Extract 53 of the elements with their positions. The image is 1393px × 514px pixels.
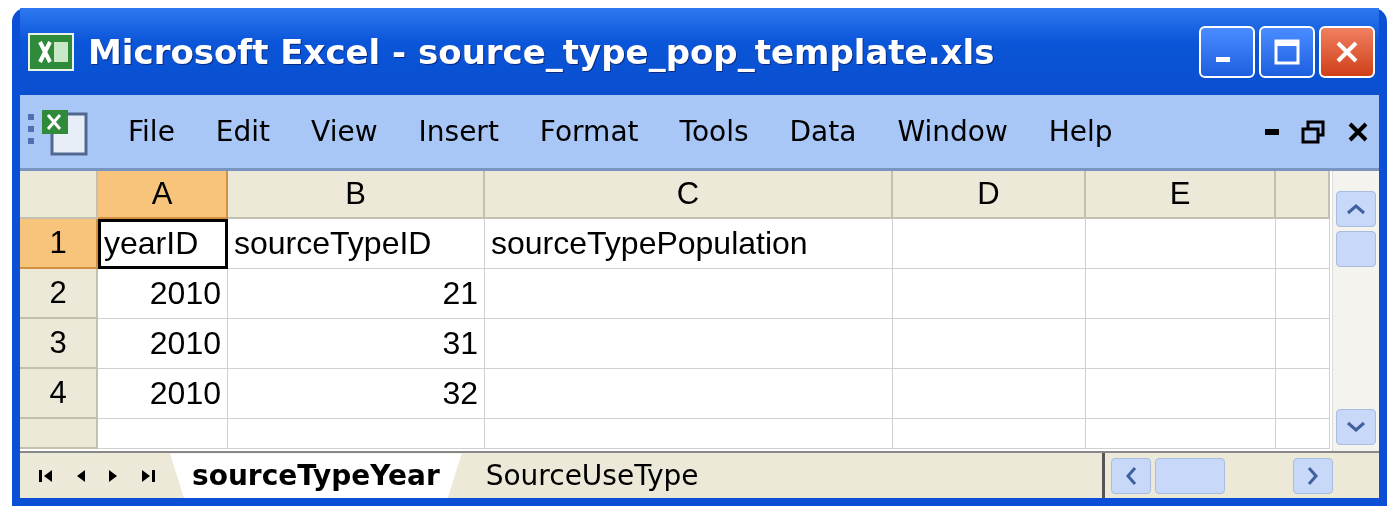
empty-cell (1276, 269, 1330, 320)
column-header[interactable]: B (228, 171, 485, 220)
empty-cell (1276, 369, 1330, 420)
column-header[interactable]: C (485, 171, 893, 220)
empty-cell (1276, 319, 1330, 370)
scroll-down-button[interactable] (1336, 409, 1376, 446)
table-cell: 2010 (98, 319, 228, 370)
close-icon[interactable] (1347, 120, 1369, 143)
table-cell: sourceTypePopulation (485, 219, 893, 270)
scroll-left-button[interactable] (1111, 457, 1151, 494)
empty-cell (1276, 219, 1330, 270)
column-header[interactable]: D (893, 171, 1086, 220)
table-cell: yearID (98, 219, 228, 270)
table-cell: 31 (228, 319, 485, 370)
minimize-icon (1216, 57, 1230, 63)
row-header[interactable]: 2 (20, 269, 98, 320)
table-cell: sourceTypeID (228, 219, 485, 270)
scroll-up-button[interactable] (1336, 191, 1376, 228)
table-cell: 21 (228, 269, 485, 320)
row-header[interactable]: 4 (20, 369, 98, 420)
table-cell: 2010 (98, 369, 228, 420)
empty-cell (1276, 419, 1330, 450)
row-header[interactable]: 3 (20, 319, 98, 370)
menu-item[interactable]: Help (1038, 111, 1123, 153)
next-sheet-icon[interactable] (108, 467, 118, 484)
menu-item[interactable]: Insert (408, 111, 509, 153)
scroll-right-button[interactable] (1293, 457, 1333, 494)
excel-app-icon (28, 31, 74, 72)
scroll-thumb[interactable] (1336, 231, 1376, 268)
menu-item[interactable]: Window (887, 111, 1018, 153)
minimize-button[interactable] (1199, 25, 1255, 78)
minimize-icon[interactable] (1265, 128, 1279, 135)
menu-item[interactable]: Format (529, 111, 649, 153)
table-cell: 2010 (98, 269, 228, 320)
menu-item[interactable]: Edit (205, 111, 281, 153)
last-sheet-icon[interactable] (140, 467, 156, 484)
row-header[interactable]: 1 (20, 219, 98, 270)
maximize-button[interactable] (1259, 25, 1315, 78)
column-header[interactable]: A (98, 171, 228, 220)
sheet-tab[interactable]: sourceTypeYear (170, 453, 462, 498)
column-header[interactable]: E (1086, 171, 1276, 220)
scroll-thumb[interactable] (1155, 457, 1225, 494)
menu-item[interactable]: Tools (669, 111, 759, 153)
first-sheet-icon[interactable] (38, 467, 54, 484)
close-button[interactable] (1319, 25, 1375, 78)
menu-item[interactable]: File (118, 111, 185, 153)
restore-icon[interactable] (1301, 119, 1325, 144)
menu-item[interactable]: Data (779, 111, 867, 153)
table-cell: 32 (228, 369, 485, 420)
window-title: Microsoft Excel - source_type_pop_template.xls (88, 31, 996, 72)
menu-item[interactable]: View (301, 111, 388, 153)
maximize-icon (1273, 37, 1301, 66)
previous-sheet-icon[interactable] (76, 467, 86, 484)
